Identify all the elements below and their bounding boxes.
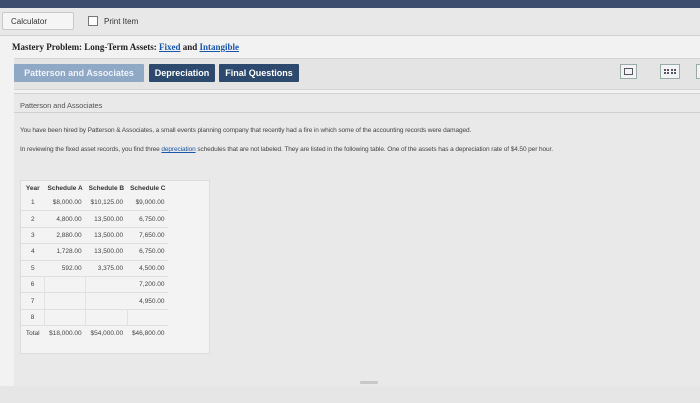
schedule-a-cell: $8,000.00	[44, 195, 86, 212]
toolbar: Calculator Print Item	[0, 8, 700, 36]
depreciation-link[interactable]: depreciation	[161, 146, 195, 153]
top-accent-bar	[0, 0, 700, 8]
year-cell: 1	[21, 195, 45, 212]
print-icon	[88, 16, 98, 26]
schedule-a-cell: 592.00	[44, 260, 86, 277]
tab-bar: Patterson and Associates Depreciation Fi…	[14, 58, 700, 90]
schedule-a-cell	[43, 276, 86, 294]
schedule-b-cell	[85, 292, 128, 310]
header-year: Year	[25, 184, 40, 192]
content-panel: Patterson and Associates You have been h…	[14, 93, 700, 386]
bottom-area	[0, 386, 700, 403]
schedule-table-card: Year Schedule A Schedule B Schedule C 1 …	[20, 180, 210, 354]
year-cell: 2	[21, 210, 45, 228]
table-row: 3 2,880.00 13,500.00 7,650.00	[21, 227, 169, 245]
table-row: 4 1,728.00 13,500.00 6,750.00	[21, 243, 169, 261]
schedule-b-cell: 13,500.00	[85, 227, 128, 245]
table-row: 2 4,800.00 13,500.00 6,750.00	[21, 210, 169, 228]
year-cell: 3	[21, 227, 45, 245]
year-cell: 8	[21, 309, 45, 327]
problem-title-and: and	[180, 42, 200, 52]
total-schedule-a: $18,000.00	[44, 325, 86, 342]
schedule-a-cell	[43, 309, 86, 327]
horizontal-scroll-handle[interactable]	[360, 381, 378, 384]
spreadsheet-icon[interactable]	[620, 64, 637, 79]
schedule-c-cell: 7,200.00	[127, 276, 169, 294]
schedule-a-cell: 2,880.00	[44, 227, 86, 245]
schedule-a-cell: 1,728.00	[44, 243, 86, 261]
schedule-c-cell: $9,000.00	[127, 195, 169, 212]
intro-paragraph: You have been hired by Patterson & Assoc…	[20, 127, 472, 134]
table-row: 5 592.00 3,375.00 4,500.00	[21, 260, 169, 277]
schedule-b-cell: 13,500.00	[85, 243, 128, 261]
schedule-b-cell	[85, 276, 128, 294]
schedule-c-cell	[126, 309, 169, 327]
header-schedule-c: Schedule C	[130, 184, 166, 192]
schedule-a-cell	[43, 292, 86, 310]
intangible-link[interactable]: Intangible	[200, 42, 240, 52]
panel-divider	[14, 112, 700, 113]
schedule-c-cell: 6,750.00	[127, 243, 169, 261]
total-row: Total $18,000.00 $54,000.00 $46,800.00	[21, 325, 169, 342]
print-item-label: Print Item	[104, 16, 139, 26]
review-text-after: schedules that are not labeled. They are…	[195, 146, 553, 153]
total-schedule-b: $54,000.00	[85, 325, 128, 342]
review-paragraph: In reviewing the fixed asset records, yo…	[20, 146, 553, 153]
calculator-button[interactable]: Calculator	[2, 12, 74, 30]
fixed-link[interactable]: Fixed	[159, 42, 181, 52]
grid-view-icon[interactable]	[660, 64, 680, 79]
review-text-before: In reviewing the fixed asset records, yo…	[20, 146, 162, 153]
year-cell: 7	[21, 292, 45, 310]
table-row: 1 $8,000.00 $10,125.00 $9,000.00	[21, 195, 169, 212]
problem-title-prefix: Mastery Problem: Long-Term Assets:	[12, 42, 159, 52]
schedule-b-cell: 13,500.00	[85, 210, 128, 228]
tab-depreciation[interactable]: Depreciation	[149, 64, 215, 82]
tab-final-questions[interactable]: Final Questions	[219, 64, 299, 82]
schedule-c-cell: 7,650.00	[127, 227, 169, 245]
expand-icon[interactable]	[696, 64, 700, 79]
year-cell: 4	[21, 243, 45, 261]
schedule-b-cell	[85, 309, 128, 327]
schedule-b-cell: $10,125.00	[85, 195, 128, 212]
year-cell: 6	[21, 276, 45, 294]
header-schedule-a: Schedule A	[47, 184, 83, 192]
total-schedule-c: $46,800.00	[127, 325, 169, 342]
total-label: Total	[21, 325, 45, 342]
schedule-c-cell: 4,500.00	[127, 260, 169, 277]
table-row: 6 7,200.00	[21, 276, 169, 294]
tab-patterson-and-associates[interactable]: Patterson and Associates	[14, 64, 144, 82]
schedule-a-cell: 4,800.00	[44, 210, 86, 228]
calculator-label: Calculator	[11, 16, 48, 26]
header-schedule-b: Schedule B	[88, 184, 125, 192]
print-item-button[interactable]: Print Item	[88, 12, 138, 30]
schedule-c-cell: 6,750.00	[127, 210, 169, 228]
schedule-table: Year Schedule A Schedule B Schedule C 1 …	[21, 181, 169, 342]
problem-title: Mastery Problem: Long-Term Assets: Fixed…	[12, 42, 239, 52]
panel-title: Patterson and Associates	[20, 101, 103, 110]
schedule-c-cell: 4,950.00	[127, 292, 169, 310]
table-row: 7 4,950.00	[21, 292, 169, 310]
schedule-b-cell: 3,375.00	[85, 260, 128, 277]
table-row: 8	[21, 309, 169, 327]
year-cell: 5	[21, 260, 45, 277]
